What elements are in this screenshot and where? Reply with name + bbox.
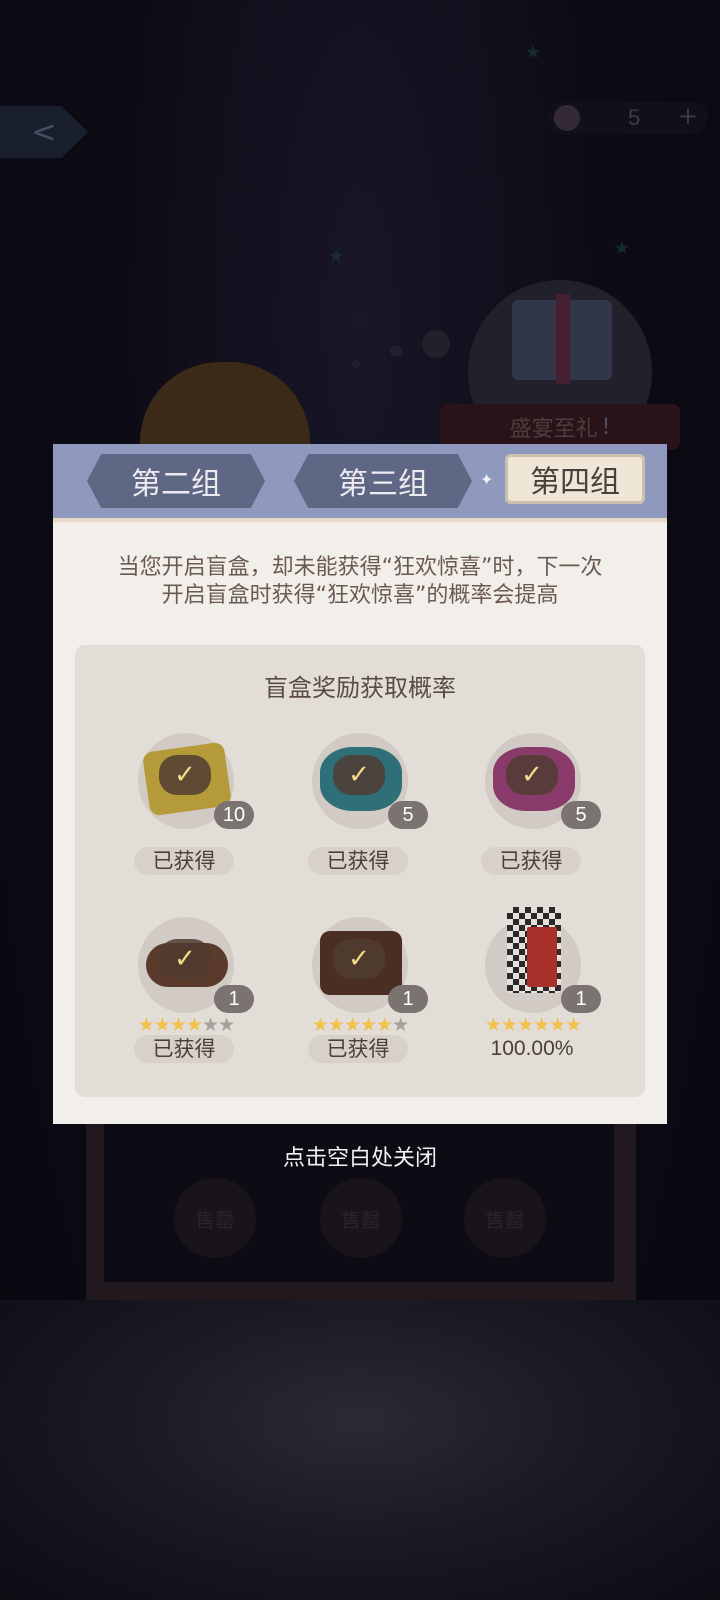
- reward-item[interactable]: ✓ 1 ★★★★★★ 已获得: [284, 917, 434, 1067]
- tab-label: 第二组: [131, 467, 221, 502]
- rarity-stars: ★★★★★★: [311, 1014, 409, 1036]
- item-status: 已获得: [134, 847, 234, 875]
- item-count: 1: [214, 985, 254, 1013]
- item-count: 10: [214, 801, 254, 829]
- item-count: 1: [388, 985, 428, 1013]
- gown-red-panel: [527, 927, 557, 987]
- tab-group-4[interactable]: 第四组: [505, 454, 645, 504]
- rarity-stars: ★★★★★★: [484, 1014, 582, 1036]
- item-count: 5: [561, 801, 601, 829]
- description-text: 当您开启盲盒，却未能获得“狂欢惊喜”时，下一次 开启盲盒时获得“狂欢惊喜”的概率…: [80, 554, 640, 610]
- description-line: 开启盲盒时获得“狂欢惊喜”的概率会提高: [161, 583, 559, 608]
- check-icon: ✓: [333, 755, 385, 795]
- rarity-stars: ★★★★★★: [137, 1014, 235, 1036]
- drop-probability: 100.00%: [490, 1037, 574, 1060]
- tab-group-2[interactable]: 第二组: [87, 454, 265, 508]
- item-count: 1: [561, 985, 601, 1013]
- check-icon: ✓: [506, 755, 558, 795]
- reward-item[interactable]: ✓ 1 ★★★★★★ 已获得: [110, 917, 260, 1067]
- close-hint: 点击空白处关闭: [282, 1146, 437, 1171]
- panel-title: 盲盒奖励获取概率: [264, 674, 456, 702]
- description-line: 当您开启盲盒，却未能获得“狂欢惊喜”时，下一次: [117, 555, 603, 580]
- item-status: 已获得: [308, 1035, 408, 1063]
- check-icon: ✓: [333, 939, 385, 979]
- item-status: 已获得: [308, 847, 408, 875]
- check-icon: ✓: [159, 939, 211, 979]
- tab-label: 第三组: [338, 467, 428, 502]
- reward-item[interactable]: ✓ 5 已获得: [284, 733, 434, 883]
- reward-item[interactable]: ✓ 5 已获得: [457, 733, 607, 883]
- sparkle-icon: ✦: [480, 470, 494, 489]
- check-icon: ✓: [159, 755, 211, 795]
- tab-group-3[interactable]: 第三组: [294, 454, 472, 508]
- item-status: 已获得: [481, 847, 581, 875]
- reward-item[interactable]: ✓ 10 已获得: [110, 733, 260, 883]
- item-status: 已获得: [134, 1035, 234, 1063]
- tab-label: 第四组: [530, 465, 620, 500]
- item-count: 5: [388, 801, 428, 829]
- reward-item[interactable]: 1 ★★★★★★ 100.00%: [457, 907, 607, 1067]
